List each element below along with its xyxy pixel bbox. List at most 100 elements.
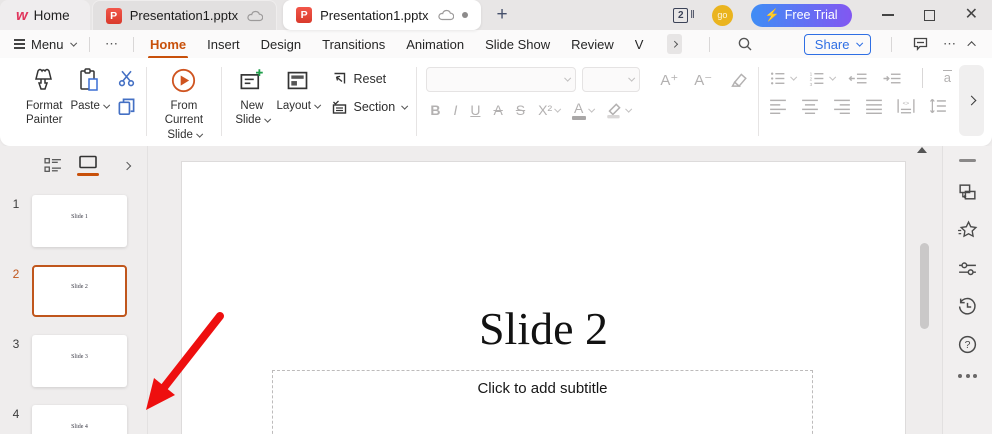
clear-format-button[interactable] bbox=[728, 71, 748, 89]
slide-view-button[interactable] bbox=[77, 155, 99, 176]
align-center-button[interactable] bbox=[801, 98, 819, 114]
from-current-slide-button[interactable]: From Current Slide bbox=[157, 65, 211, 146]
collapse-ribbon-button[interactable] bbox=[967, 41, 976, 50]
font-size-select[interactable] bbox=[582, 67, 641, 92]
tab-overflow-button[interactable] bbox=[666, 34, 682, 54]
text-direction-button[interactable]: a bbox=[942, 70, 953, 85]
bold-button[interactable]: B bbox=[430, 102, 440, 118]
maximize-button[interactable] bbox=[923, 9, 935, 21]
chevron-down-icon bbox=[829, 73, 837, 80]
document-tab-1[interactable]: P Presentation1.pptx bbox=[91, 0, 278, 30]
ribbon-more-button[interactable]: ⋯ bbox=[943, 36, 956, 52]
justify-button[interactable] bbox=[865, 98, 883, 114]
section-icon bbox=[332, 100, 346, 114]
wps-home-tab[interactable]: w Home bbox=[0, 0, 90, 30]
font-family-select[interactable] bbox=[426, 67, 577, 92]
slide-number: 1 bbox=[12, 196, 20, 211]
tab-home[interactable]: Home bbox=[148, 37, 189, 59]
tab-review[interactable]: Review bbox=[571, 37, 614, 52]
free-trial-button[interactable]: ⚡ Free Trial bbox=[750, 3, 852, 27]
window-count-button[interactable]: 2 ‖ bbox=[673, 7, 695, 23]
slide-1-thumbnail[interactable]: Slide 1 bbox=[32, 194, 127, 247]
new-slide-button[interactable]: New Slide bbox=[231, 65, 272, 146]
format-painter-button[interactable]: Format Painter bbox=[22, 65, 66, 146]
search-icon[interactable] bbox=[737, 36, 753, 52]
close-button[interactable]: ✕ bbox=[965, 7, 978, 23]
align-right-button[interactable] bbox=[833, 98, 851, 114]
slide-editing-surface[interactable]: Slide 2 Click to add subtitle bbox=[182, 162, 905, 434]
slide-3-thumbnail[interactable]: Slide 3 bbox=[32, 334, 127, 387]
slide-4-thumbnail[interactable]: Slide 4 bbox=[32, 404, 127, 434]
quick-access-more-button[interactable]: ⋯ bbox=[105, 36, 118, 52]
settings-sliders-button[interactable] bbox=[957, 258, 978, 279]
chevron-down-icon bbox=[70, 39, 77, 46]
from-current-slide-label: From Current Slide bbox=[164, 100, 204, 141]
scroll-up-button[interactable] bbox=[917, 147, 927, 153]
document-tab-2-active[interactable]: P Presentation1.pptx bbox=[283, 0, 481, 30]
font-color-button[interactable]: A bbox=[571, 101, 595, 120]
more-tools-button[interactable] bbox=[958, 374, 977, 378]
reset-button[interactable]: Reset bbox=[331, 71, 406, 87]
panel-expand-button[interactable] bbox=[122, 156, 132, 174]
paste-label: Paste bbox=[70, 100, 100, 112]
decrease-indent-button[interactable] bbox=[848, 70, 868, 87]
tab-design[interactable]: Design bbox=[261, 37, 301, 52]
char-strike-button[interactable]: A bbox=[493, 102, 502, 118]
slide-thumbnail-row: 2 Slide 2 bbox=[0, 264, 147, 317]
italic-button[interactable]: I bbox=[453, 102, 457, 118]
divider bbox=[758, 67, 759, 136]
align-left-button[interactable] bbox=[769, 98, 787, 114]
convert-slides-button[interactable] bbox=[957, 182, 978, 203]
bullets-button[interactable] bbox=[769, 70, 797, 87]
slide-title-text[interactable]: Slide 2 bbox=[182, 302, 905, 355]
slide-view-icon bbox=[79, 155, 97, 169]
menu-label: Menu bbox=[31, 36, 64, 52]
layout-button[interactable]: Layout bbox=[272, 65, 322, 146]
subtitle-placeholder-box[interactable]: Click to add subtitle bbox=[272, 370, 813, 434]
minimize-button[interactable] bbox=[881, 14, 894, 16]
distribute-text-button[interactable]: <> bbox=[897, 98, 915, 114]
ribbon-expand-button[interactable] bbox=[959, 65, 984, 136]
underline-button[interactable]: U bbox=[470, 102, 480, 118]
history-button[interactable] bbox=[957, 296, 978, 317]
main-menu-button[interactable]: Menu bbox=[14, 36, 77, 52]
share-button[interactable]: Share bbox=[803, 33, 871, 55]
superscript-button[interactable]: X² bbox=[538, 102, 561, 118]
vertical-scrollbar-thumb[interactable] bbox=[920, 243, 929, 329]
presentation-file-icon: P bbox=[296, 7, 313, 23]
reset-icon bbox=[334, 72, 345, 84]
new-tab-button[interactable]: + bbox=[497, 4, 508, 26]
document-tab-1-name: Presentation1.pptx bbox=[129, 8, 239, 23]
paste-button[interactable]: Paste bbox=[66, 65, 111, 146]
numbering-button[interactable]: 123 bbox=[808, 70, 837, 87]
ribbon: Format Painter Paste From Current Slide … bbox=[0, 58, 992, 146]
copy-button[interactable] bbox=[117, 97, 136, 116]
go-badge-button[interactable]: go bbox=[711, 4, 733, 26]
highlight-button[interactable] bbox=[605, 102, 632, 119]
section-button[interactable]: Section bbox=[331, 99, 409, 115]
chevron-down-icon bbox=[628, 74, 635, 82]
slide-2-thumbnail-selected[interactable]: Slide 2 bbox=[32, 264, 127, 317]
comment-icon[interactable] bbox=[912, 36, 929, 52]
chevron-down-icon bbox=[196, 130, 203, 137]
chevron-right-icon bbox=[966, 95, 977, 106]
numbered-list-icon: 123 bbox=[810, 71, 824, 87]
effects-star-button[interactable] bbox=[957, 220, 978, 241]
strikethrough-button[interactable]: S bbox=[516, 102, 525, 118]
decrease-font-button[interactable]: A⁻ bbox=[694, 71, 712, 89]
outline-view-button[interactable] bbox=[44, 157, 62, 174]
tab-transitions[interactable]: Transitions bbox=[322, 37, 385, 52]
increase-indent-button[interactable] bbox=[882, 70, 902, 87]
tab-insert[interactable]: Insert bbox=[207, 37, 240, 52]
tab-slide-show[interactable]: Slide Show bbox=[485, 37, 550, 52]
increase-font-button[interactable]: A⁺ bbox=[660, 71, 678, 89]
tab-animation[interactable]: Animation bbox=[406, 37, 464, 52]
line-spacing-button[interactable] bbox=[929, 98, 947, 114]
collapse-rail-button[interactable] bbox=[959, 159, 976, 162]
tab-view[interactable]: View bbox=[635, 37, 644, 52]
slide-canvas: Slide 2 Click to add subtitle bbox=[148, 146, 942, 434]
help-button[interactable]: ? bbox=[957, 334, 978, 355]
chevron-down-icon bbox=[790, 73, 797, 80]
slide-thumbnail-row: 1 Slide 1 bbox=[0, 194, 147, 247]
cut-button[interactable] bbox=[117, 69, 136, 87]
